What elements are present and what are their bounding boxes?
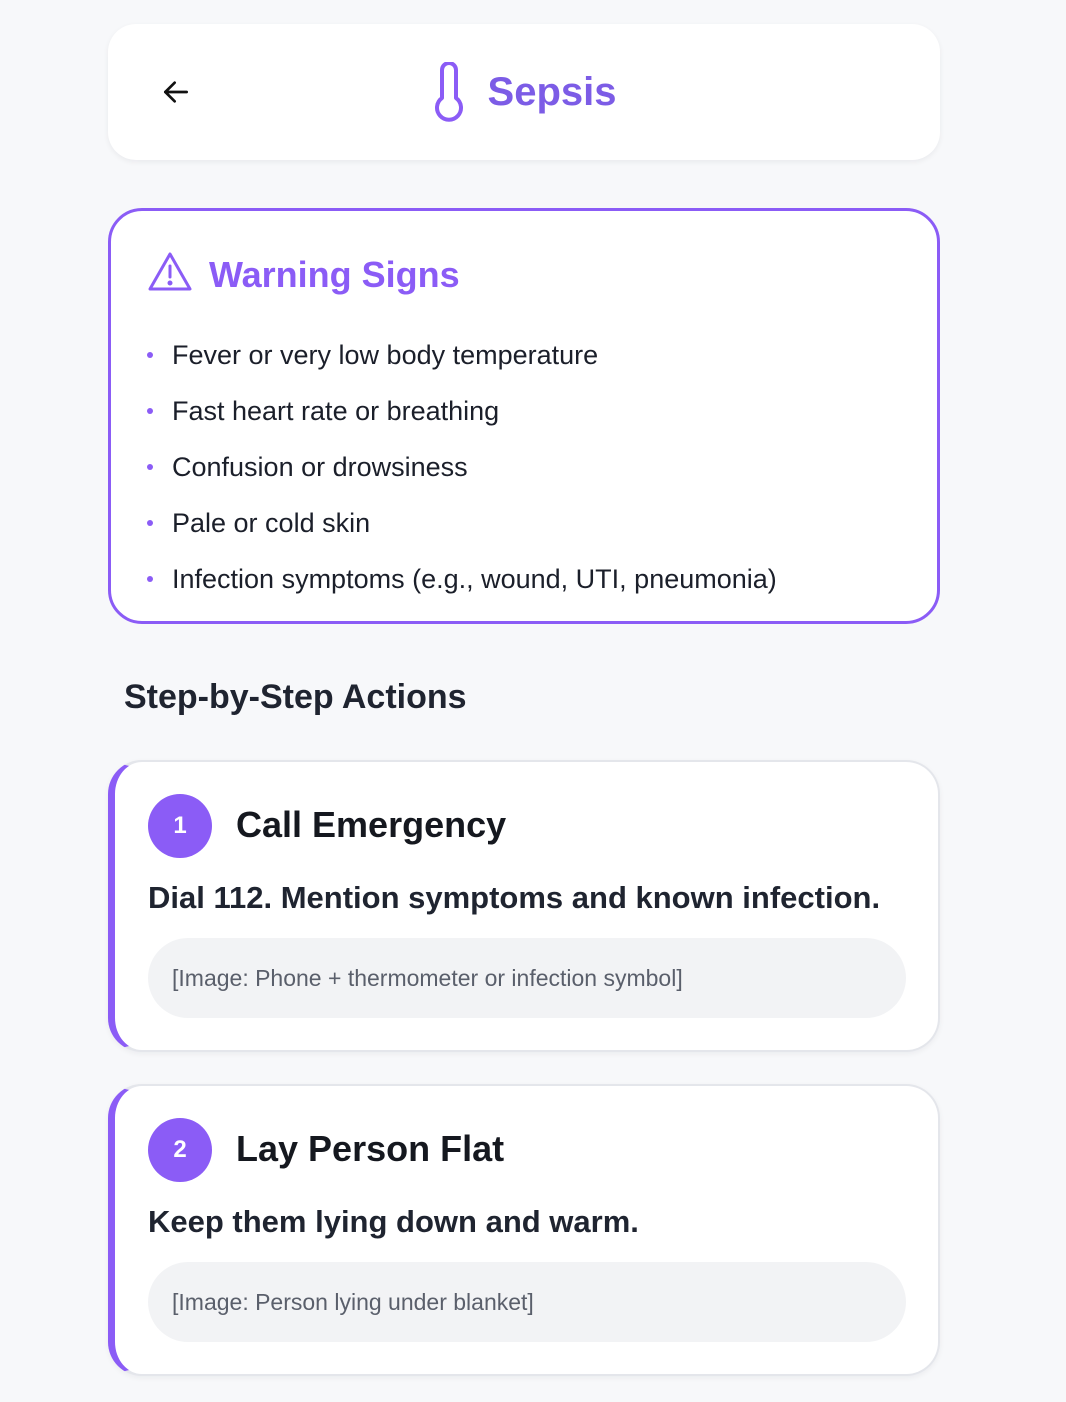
step-description: Keep them lying down and warm. [148, 1204, 639, 1239]
image-placeholder: [Image: Phone + thermometer or infection… [148, 938, 906, 1018]
warning-signs-card: Warning Signs Fever or very low body tem… [108, 208, 940, 624]
warning-signs-header: Warning Signs [147, 251, 460, 298]
step-title: Call Emergency [236, 804, 507, 845]
list-item: Confusion or drowsiness [147, 439, 777, 495]
step-card-lay-person-flat[interactable]: 2 Lay Person Flat Keep them lying down a… [108, 1084, 940, 1376]
list-item: Fast heart rate or breathing [147, 383, 777, 439]
warning-signs-title: Warning Signs [209, 253, 460, 295]
warning-signs-list: Fever or very low body temperature Fast … [147, 327, 777, 607]
bullet-dot [147, 520, 153, 526]
step-description: Dial 112. Mention symptoms and known inf… [148, 880, 881, 915]
header-bar: Sepsis [108, 24, 940, 160]
page-title: Sepsis [487, 69, 617, 114]
bullet-dot [147, 576, 153, 582]
arrow-left-icon[interactable] [160, 76, 192, 108]
step-card-call-emergency[interactable]: 1 Call Emergency Dial 112. Mention sympt… [108, 760, 940, 1052]
image-placeholder: [Image: Person lying under blanket] [148, 1262, 906, 1342]
step-number-badge: 1 [148, 794, 212, 858]
step-number-badge: 2 [148, 1118, 212, 1182]
list-item: Infection symptoms (e.g., wound, UTI, pn… [147, 551, 777, 607]
section-title: Step-by-Step Actions [124, 678, 467, 716]
step-title: Lay Person Flat [236, 1128, 505, 1169]
header-title-group: Sepsis [108, 24, 940, 160]
warning-sign-text: Pale or cold skin [172, 507, 371, 538]
warning-sign-text: Confusion or drowsiness [172, 451, 468, 482]
warning-sign-text: Fever or very low body temperature [172, 339, 599, 370]
bullet-dot [147, 408, 153, 414]
back-button[interactable] [148, 64, 204, 120]
list-item: Fever or very low body temperature [147, 327, 777, 383]
warning-sign-text: Fast heart rate or breathing [172, 395, 500, 426]
thermometer-icon [432, 62, 466, 122]
bullet-dot [147, 464, 153, 470]
bullet-dot [147, 352, 153, 358]
list-item: Pale or cold skin [147, 495, 777, 551]
warning-triangle-icon [147, 251, 193, 298]
warning-sign-text: Infection symptoms (e.g., wound, UTI, pn… [172, 563, 777, 594]
page: Sepsis Warning Signs Fever or very low b… [0, 0, 1066, 1402]
